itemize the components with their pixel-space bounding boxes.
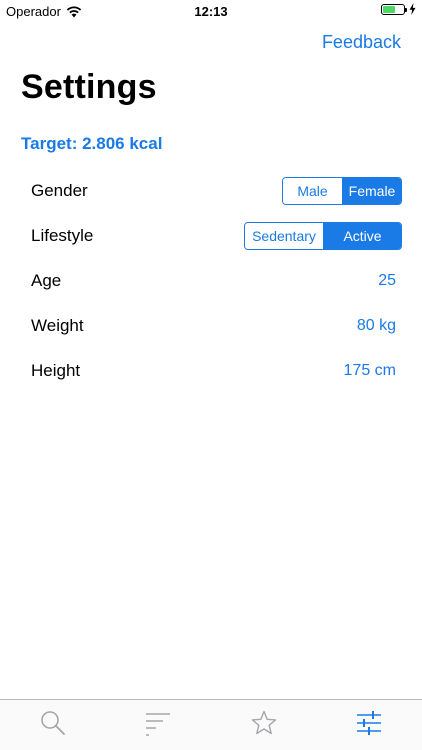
weight-label: Weight (31, 315, 84, 335)
gender-option-female[interactable]: Female (342, 177, 401, 204)
list-icon (146, 713, 171, 736)
gender-option-male[interactable]: Male (283, 177, 342, 204)
height-label: Height (31, 360, 81, 380)
status-bar: Operador 12:13 (0, 0, 422, 22)
settings-screen: Operador 12:13 Feedback Settings Target:… (0, 0, 422, 750)
age-value[interactable]: 25 (378, 272, 402, 290)
age-label: Age (31, 270, 62, 290)
tab-list[interactable] (106, 700, 212, 750)
search-icon (40, 711, 65, 735)
star-icon (251, 710, 277, 735)
setting-row-gender: Gender Male Female (0, 168, 422, 213)
lifestyle-segmented-control: Sedentary Active (244, 221, 402, 250)
settings-list: Gender Male Female Lifestyle Sedentary A… (0, 168, 422, 393)
status-time: 12:13 (194, 4, 228, 19)
tab-bar (0, 699, 422, 750)
setting-row-height[interactable]: Height 175 cm (0, 348, 422, 393)
height-value[interactable]: 175 cm (344, 362, 402, 380)
tab-favorites[interactable] (211, 700, 317, 750)
page-title: Settings (21, 68, 157, 106)
charging-bolt-icon (409, 3, 416, 15)
gender-label: Gender (31, 180, 88, 200)
tab-search[interactable] (0, 700, 106, 750)
weight-value[interactable]: 80 kg (357, 317, 402, 335)
gender-segmented-control: Male Female (282, 176, 402, 205)
battery-level (383, 5, 395, 13)
target-calories: Target: 2.806 kcal (21, 134, 163, 153)
lifestyle-label: Lifestyle (31, 225, 94, 245)
battery-cap (405, 7, 407, 12)
setting-row-age[interactable]: Age 25 (0, 258, 422, 303)
lifestyle-option-active[interactable]: Active (323, 222, 401, 249)
lifestyle-option-sedentary[interactable]: Sedentary (245, 222, 323, 249)
status-indicators (381, 3, 416, 15)
battery-icon (381, 3, 407, 15)
tab-settings[interactable] (317, 700, 422, 750)
feedback-button[interactable]: Feedback (322, 32, 401, 53)
setting-row-lifestyle: Lifestyle Sedentary Active (0, 213, 422, 258)
setting-row-weight[interactable]: Weight 80 kg (0, 303, 422, 348)
sliders-icon (357, 711, 382, 735)
